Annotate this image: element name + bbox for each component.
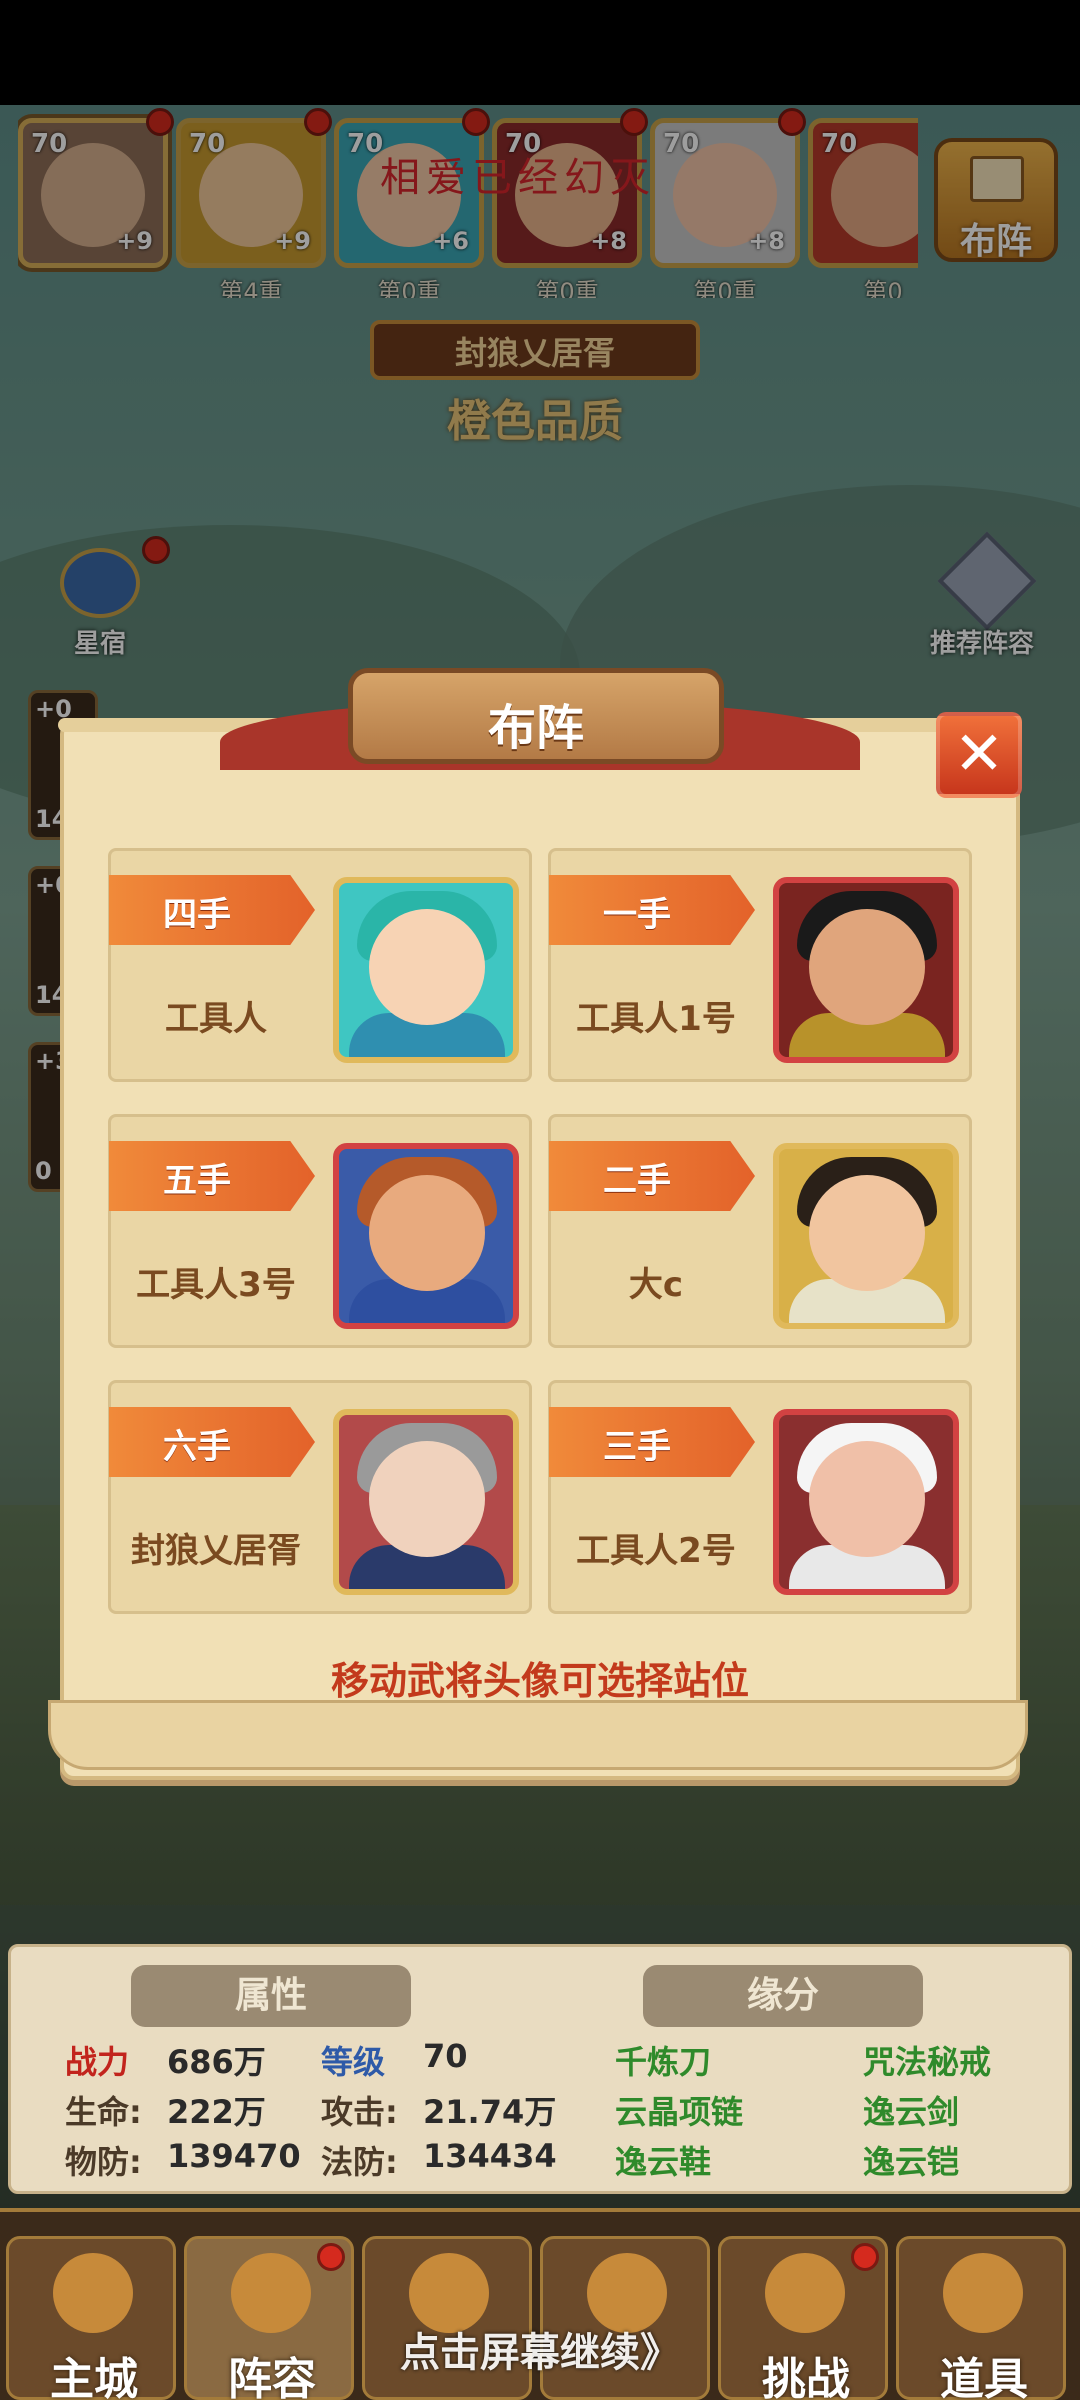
formation-slot[interactable]: 一手工具人1号: [548, 848, 972, 1082]
stat-label: 等级: [321, 2043, 386, 2081]
nav-tab[interactable]: 阵容: [184, 2236, 354, 2400]
nav-tab-icon: [53, 2253, 133, 2333]
fate-item[interactable]: 逸云剑: [863, 2087, 959, 2133]
position-tag: 三手: [549, 1407, 755, 1477]
nav-tab-icon: [943, 2253, 1023, 2333]
close-icon: ✕: [953, 719, 1005, 789]
portrait-face: [369, 909, 485, 1025]
nav-tab[interactable]: 道具: [896, 2236, 1066, 2400]
hero-portrait[interactable]: [773, 877, 959, 1063]
fate-item[interactable]: 逸云铠: [863, 2137, 959, 2183]
nav-tab[interactable]: 挑战: [718, 2236, 888, 2400]
position-tag-label: 六手: [163, 1427, 231, 1467]
member-name: 工具人3号: [136, 1265, 296, 1305]
position-tag-label: 二手: [603, 1161, 671, 1201]
hero-portrait[interactable]: [773, 1409, 959, 1595]
formation-slot[interactable]: 四手 工具人: [108, 848, 532, 1082]
stat-label: 攻击:: [321, 2093, 398, 2131]
modal-title: 布阵: [487, 700, 584, 756]
portrait-face: [809, 1175, 925, 1291]
hero-portrait[interactable]: [333, 1143, 519, 1329]
member-name: 大c: [628, 1265, 684, 1305]
nav-tab-label: 道具: [940, 2354, 1028, 2400]
status-bar: [0, 0, 1080, 105]
nav-tab-label: 主城: [50, 2354, 138, 2400]
portrait-face: [809, 1441, 925, 1557]
notification-dot: [851, 2243, 879, 2271]
notification-dot: [317, 2243, 345, 2271]
stat-value: 139470: [167, 2137, 301, 2175]
portrait-face: [809, 909, 925, 1025]
attribute-tab[interactable]: 属性: [131, 1965, 411, 2027]
tap-to-continue[interactable]: 点击屏幕继续》: [380, 2320, 700, 2378]
scroll-curl: [48, 1700, 1028, 1770]
stat-value: 686万: [167, 2043, 266, 2081]
nav-tab-icon: [765, 2253, 845, 2333]
fate-item[interactable]: 千炼刀: [615, 2037, 711, 2083]
nav-tab-label: 挑战: [762, 2354, 850, 2400]
formation-slot[interactable]: 二手大c: [548, 1114, 972, 1348]
fate-item[interactable]: 逸云鞋: [615, 2137, 711, 2183]
stat-value: 70: [423, 2037, 468, 2075]
close-button[interactable]: ✕: [936, 712, 1022, 798]
hero-portrait[interactable]: [333, 1409, 519, 1595]
position-tag: 四手: [109, 875, 315, 945]
nav-tab-icon: [231, 2253, 311, 2333]
position-tag: 六手: [109, 1407, 315, 1477]
position-tag-label: 三手: [603, 1427, 671, 1467]
hero-portrait[interactable]: [333, 877, 519, 1063]
member-name: 封狼乂居胥: [131, 1531, 301, 1571]
nav-tab[interactable]: 主城: [6, 2236, 176, 2400]
stat-value: 21.74万: [423, 2093, 557, 2131]
position-tag-label: 四手: [163, 895, 231, 935]
stat-label: 战力: [65, 2043, 130, 2081]
position-tag-label: 五手: [163, 1161, 231, 1201]
position-tag: 二手: [549, 1141, 755, 1211]
formation-slot[interactable]: 六手封狼乂居胥: [108, 1380, 532, 1614]
stat-label: 生命:: [65, 2093, 142, 2131]
fate-item[interactable]: 咒法秘戒: [863, 2037, 991, 2083]
stat-value: 134434: [423, 2137, 557, 2175]
fate-tab[interactable]: 缘分: [643, 1965, 923, 2027]
stat-value: 222万: [167, 2093, 266, 2131]
portrait-face: [369, 1441, 485, 1557]
member-name: 工具人1号: [576, 999, 736, 1039]
fate-item[interactable]: 云晶项链: [615, 2087, 743, 2133]
stat-label: 法防:: [321, 2143, 398, 2181]
formation-slot[interactable]: 五手工具人3号: [108, 1114, 532, 1348]
stat-label: 物防:: [65, 2143, 142, 2181]
formation-slot[interactable]: 三手工具人2号: [548, 1380, 972, 1614]
portrait-face: [369, 1175, 485, 1291]
member-name: 工具人2号: [576, 1531, 736, 1571]
formation-hint: 移动武将头像可选择站位: [330, 1659, 749, 1703]
position-tag: 五手: [109, 1141, 315, 1211]
position-tag-label: 一手: [603, 895, 671, 935]
position-tag: 一手: [549, 875, 755, 945]
member-name: 工具人: [165, 999, 267, 1039]
hero-portrait[interactable]: [773, 1143, 959, 1329]
nav-tab-label: 阵容: [228, 2354, 316, 2400]
hero-info-panel: 属性 缘分 战力 686万 等级 70 生命: 222万 攻击: 21.74万物防: 13947…: [8, 1944, 1072, 2194]
